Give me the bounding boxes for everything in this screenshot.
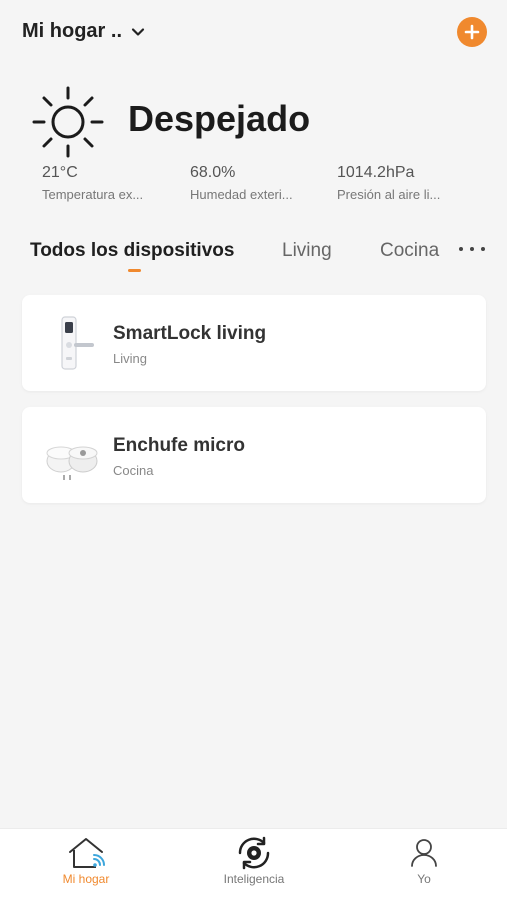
more-tabs-button[interactable] [459, 243, 485, 255]
tab-yo[interactable]: Yo [364, 835, 484, 886]
humidity-stat: 68.0% Humedad exteri... [190, 164, 310, 202]
home-selector[interactable]: Mi hogar .. [22, 20, 146, 43]
humidity-label: Humedad exteri... [190, 187, 293, 202]
bottom-tab-bar: Mi hogar Inteligencia Yo [0, 828, 507, 901]
tab-label: Mi hogar [62, 872, 110, 886]
device-card-enchufe[interactable]: Enchufe micro Cocina [22, 407, 486, 503]
device-name: SmartLock living [113, 323, 267, 344]
tab-living[interactable]: Living [282, 240, 332, 262]
tab-all-devices[interactable]: Todos los dispositivos [30, 240, 234, 262]
temperature-stat: 21°C Temperatura ex... [42, 164, 162, 202]
pressure-label: Presión al aire li... [337, 187, 441, 202]
temperature-value: 21°C [42, 164, 78, 181]
smart-lock-icon [61, 316, 94, 370]
home-name: Mi hogar .. [22, 20, 122, 42]
temperature-label: Temperatura ex... [42, 187, 144, 202]
sun-icon [32, 86, 104, 158]
profile-icon [411, 839, 437, 867]
device-room: Cocina [113, 463, 154, 478]
weather-panel: Despejado 21°C Temperatura ex... 68.0% H… [28, 82, 498, 207]
weather-condition: Despejado [128, 98, 311, 139]
humidity-value: 68.0% [190, 164, 236, 181]
top-bar: Mi hogar .. [0, 0, 507, 64]
tab-cocina[interactable]: Cocina [380, 240, 439, 262]
device-name: Enchufe micro [113, 435, 245, 456]
device-card-smartlock[interactable]: SmartLock living Living [22, 295, 486, 391]
home-icon [69, 838, 105, 868]
dot [459, 247, 463, 251]
plus-icon [464, 24, 480, 40]
room-tabs: Todos los dispositivos Living Cocina [0, 237, 507, 277]
chevron-down-icon [131, 27, 145, 36]
tab-inteligencia[interactable]: Inteligencia [194, 835, 314, 886]
active-tab-indicator [128, 269, 141, 272]
dot [481, 247, 485, 251]
pressure-stat: 1014.2hPa Presión al aire li... [337, 164, 457, 202]
smart-plug-icon [46, 446, 98, 480]
tab-mi-hogar[interactable]: Mi hogar [26, 835, 146, 886]
dot [470, 247, 474, 251]
smart-scene-icon [238, 836, 270, 870]
add-device-button[interactable] [457, 17, 487, 47]
tab-label: Yo [417, 872, 431, 886]
tab-label: Inteligencia [223, 872, 285, 886]
device-room: Living [113, 351, 147, 366]
pressure-value: 1014.2hPa [337, 164, 415, 181]
